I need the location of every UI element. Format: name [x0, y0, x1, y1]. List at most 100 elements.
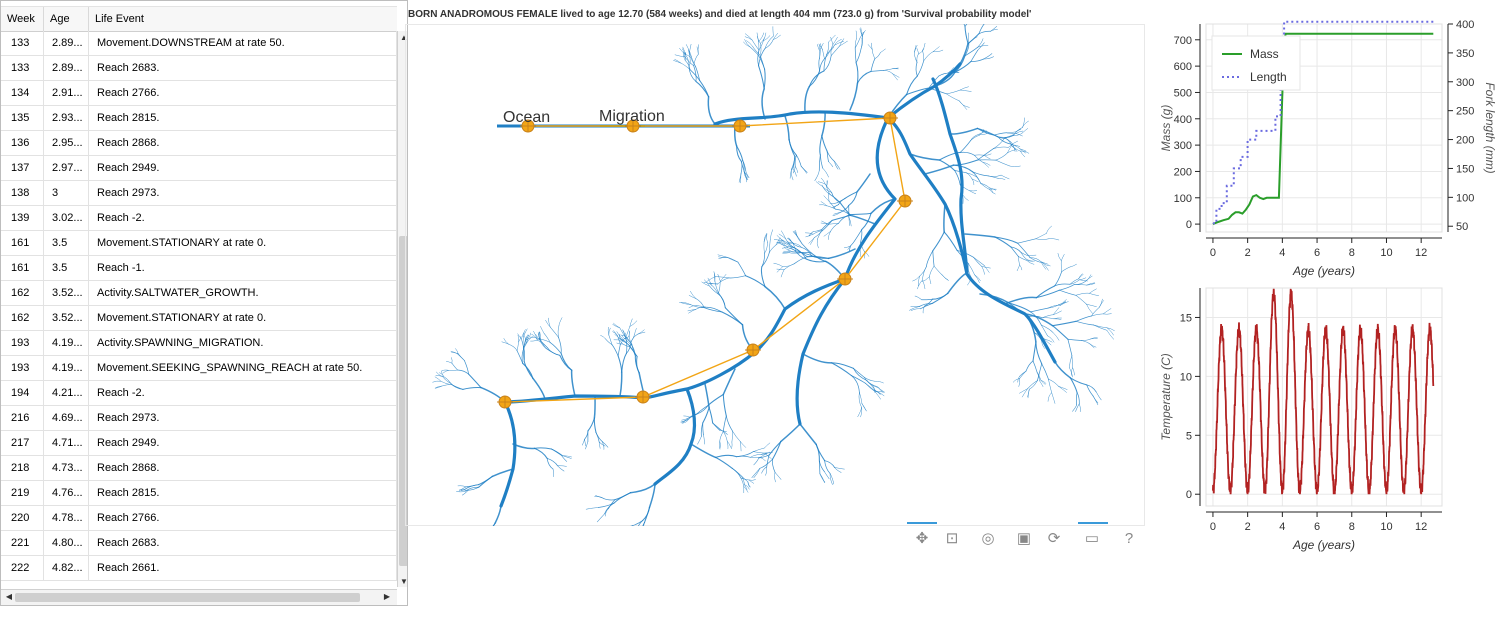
tributary: [983, 154, 991, 160]
tributary: [557, 465, 567, 467]
tributary: [831, 362, 852, 377]
tributary: [796, 154, 802, 167]
tributary: [702, 422, 704, 436]
cell-week: 137: [1, 156, 44, 180]
table-row[interactable]: 137 2.97... Reach 2949.: [1, 156, 397, 181]
tributary: [1041, 314, 1054, 319]
tributary: [1099, 298, 1103, 308]
y2-tick-label: 200: [1456, 135, 1474, 147]
tributary: [823, 55, 832, 72]
y-tick-label: 500: [1174, 87, 1192, 99]
scroll-down-icon[interactable]: ▼: [398, 577, 407, 586]
table-row[interactable]: 218 4.73... Reach 2868.: [1, 456, 397, 481]
table-row[interactable]: 133 2.89... Reach 2683.: [1, 56, 397, 81]
table-row[interactable]: 133 2.89... Movement.DOWNSTREAM at rate 50…: [1, 31, 397, 56]
tributary: [1054, 271, 1063, 287]
tributary: [546, 457, 554, 470]
ocean-label: Ocean: [503, 109, 550, 126]
temperature-line[interactable]: [1212, 288, 1435, 495]
tributary: [1078, 273, 1083, 280]
tributary: [802, 353, 833, 364]
tributary: [929, 276, 932, 285]
hover-icon[interactable]: ▭: [1081, 528, 1103, 550]
table-row[interactable]: 217 4.71... Reach 2949.: [1, 431, 397, 456]
tributary: [442, 376, 451, 384]
table-row[interactable]: 134 2.91... Reach 2766.: [1, 81, 397, 106]
scroll-right-icon[interactable]: ▶: [381, 592, 393, 601]
tributary: [794, 154, 797, 167]
column-header-life-event[interactable]: Life Event: [89, 7, 397, 31]
cell-week: 193: [1, 356, 44, 380]
tributary: [781, 247, 788, 249]
cell-age: 4.73...: [44, 456, 89, 480]
tributary: [1035, 285, 1056, 299]
table-row[interactable]: 193 4.19... Activity.SPAWNING_MIGRATION.: [1, 331, 397, 356]
wheel-zoom-icon[interactable]: ◎: [977, 528, 999, 550]
tributary: [611, 344, 619, 357]
box-zoom-icon[interactable]: ⊡: [941, 528, 963, 550]
tributary: [1027, 388, 1030, 398]
temperature-chart[interactable]: 0 2 4 6 8 10 12 0 5 10 15 Age (years) Temperature (C…: [1150, 282, 1500, 562]
tributary: [760, 266, 766, 288]
active-tool-indicator: [907, 522, 937, 524]
tributary: [1035, 289, 1060, 299]
tributary: [731, 430, 733, 443]
tributary: [477, 475, 493, 486]
tributary: [974, 274, 981, 282]
tributary: [1018, 256, 1020, 266]
tributary: [1030, 307, 1049, 313]
mass-length-chart[interactable]: 0 2 4 6 8 10 12 0 100 200 300 400 500 600 700 Age (year…: [1150, 14, 1500, 284]
cell-age: 2.97...: [44, 156, 89, 180]
y-tick-label: 100: [1174, 193, 1192, 205]
movement-route: [504, 117, 906, 403]
tributary: [608, 334, 613, 345]
tributary: [1022, 120, 1029, 128]
tributary: [636, 355, 640, 374]
tributary: [1102, 313, 1112, 315]
tributary: [984, 265, 990, 273]
table-row[interactable]: 135 2.93... Reach 2815.: [1, 106, 397, 131]
table-row[interactable]: 136 2.95... Reach 2868.: [1, 131, 397, 156]
tributary: [1052, 320, 1077, 327]
table-row[interactable]: 219 4.76... Reach 2815.: [1, 481, 397, 506]
x-tick-label: 6: [1314, 247, 1320, 259]
table-row[interactable]: 222 4.82... Reach 2661.: [1, 556, 397, 581]
table-row[interactable]: 161 3.5 Movement.STATIONARY at rate 0.: [1, 231, 397, 256]
table-row[interactable]: 161 3.5 Reach -1.: [1, 256, 397, 281]
tributary: [697, 436, 702, 445]
table-row[interactable]: 194 4.21... Reach -2.: [1, 381, 397, 406]
tributary: [800, 166, 807, 174]
scroll-left-icon[interactable]: ◀: [3, 592, 15, 601]
table-row[interactable]: 162 3.52... Activity.SALTWATER_GROWTH.: [1, 281, 397, 306]
x-tick-label: 10: [1380, 521, 1392, 533]
reset-icon[interactable]: ⟳: [1043, 528, 1065, 550]
tributary: [432, 380, 442, 383]
help-icon[interactable]: ?: [1118, 528, 1140, 550]
table-row[interactable]: 162 3.52... Movement.STATIONARY at rate 0.: [1, 306, 397, 331]
save-icon[interactable]: ▣: [1013, 528, 1035, 550]
horizontal-scrollbar[interactable]: ◀ ▶: [1, 589, 397, 605]
cell-age: 3.02...: [44, 206, 89, 230]
x-tick-label: 4: [1279, 521, 1285, 533]
pan-icon[interactable]: ✥: [911, 528, 933, 550]
tributary: [516, 341, 519, 351]
tributary: [959, 151, 975, 156]
river-network-map[interactable]: Ocean Migration: [405, 24, 1145, 526]
table-row[interactable]: 139 3.02... Reach -2.: [1, 206, 397, 231]
table-row[interactable]: 221 4.80... Reach 2683.: [1, 531, 397, 556]
tributary: [1073, 284, 1088, 286]
tributary: [970, 49, 979, 62]
table-row[interactable]: 220 4.78... Reach 2766.: [1, 506, 397, 531]
horizontal-scroll-thumb[interactable]: [15, 593, 360, 602]
cell-life-event: Reach 2683.: [89, 531, 397, 555]
cell-week: 221: [1, 531, 44, 555]
table-row[interactable]: 138 3 Reach 2973.: [1, 181, 397, 206]
table-row[interactable]: 193 4.19... Movement.SEEKING_SPAWNING_REAC…: [1, 356, 397, 381]
cell-life-event: Reach 2815.: [89, 481, 397, 505]
tributary: [768, 441, 782, 456]
table-row[interactable]: 216 4.69... Reach 2973.: [1, 406, 397, 431]
column-header-age[interactable]: Age: [44, 7, 89, 31]
column-header-week[interactable]: Week: [1, 7, 44, 31]
tributary: [1019, 370, 1027, 379]
x-tick-label: 10: [1380, 247, 1392, 259]
